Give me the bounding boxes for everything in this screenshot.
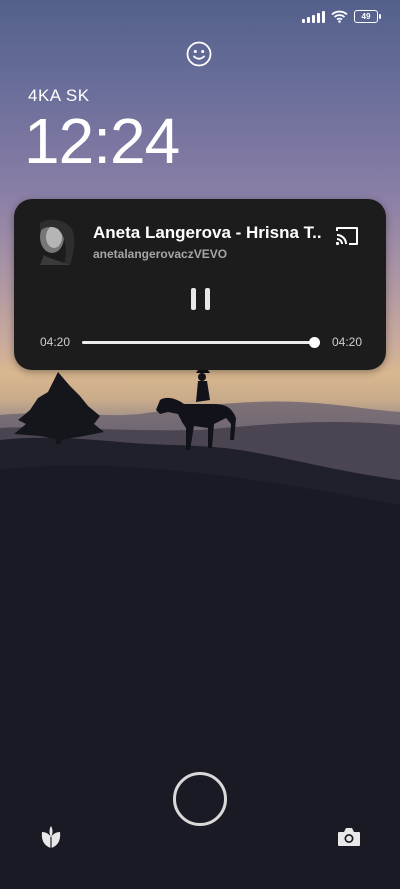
track-title: Aneta Langerova - Hrisna T... [93, 223, 321, 242]
carrier-name: 4KA SK [28, 86, 90, 105]
lockscreen-clock: 12:24 [24, 105, 180, 177]
unlock-ring[interactable] [173, 772, 227, 826]
camera-icon[interactable] [336, 825, 362, 849]
total-time: 04:20 [331, 335, 362, 349]
smiley-icon [186, 41, 212, 67]
cellular-signal-icon [302, 10, 325, 23]
track-artist: anetalangerovaczVEVO [93, 247, 228, 261]
wifi-icon [331, 10, 348, 23]
elapsed-time: 04:20 [40, 335, 71, 349]
pause-icon [191, 288, 196, 310]
media-player-card[interactable]: Aneta Langerova - Hrisna T... anetalange… [14, 199, 386, 370]
cast-icon[interactable] [334, 225, 360, 247]
status-bar: 49 [302, 10, 381, 23]
pause-button[interactable] [188, 286, 214, 314]
leaf-icon[interactable] [38, 824, 64, 850]
battery-icon: 49 [354, 10, 381, 23]
album-art [30, 215, 80, 265]
progress-thumb[interactable] [309, 337, 320, 348]
battery-level: 49 [361, 11, 371, 21]
progress-bar[interactable] [82, 337, 320, 348]
progress-fill [82, 341, 314, 344]
